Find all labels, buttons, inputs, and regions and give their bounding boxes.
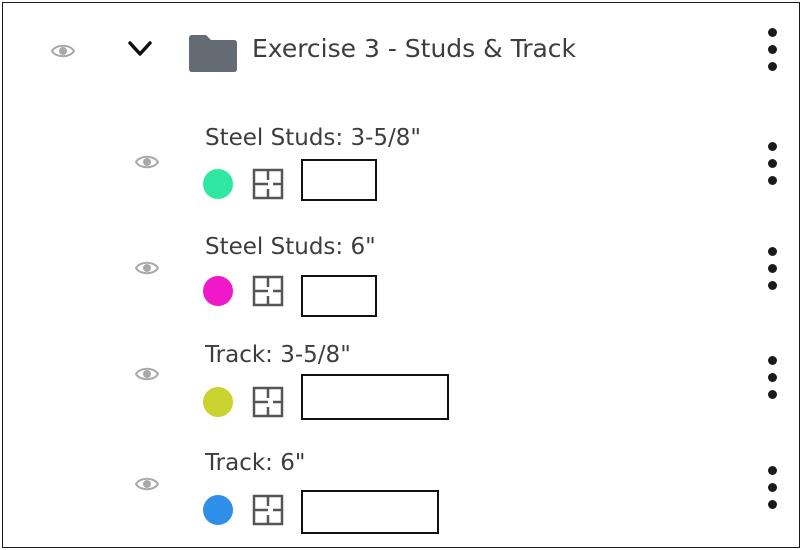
layer-name: Steel Studs: 6" [205, 234, 376, 260]
eye-icon[interactable] [135, 153, 159, 171]
layer-color-swatch[interactable] [203, 495, 233, 525]
redacted-box [301, 159, 377, 201]
eye-icon[interactable] [135, 259, 159, 277]
more-options-icon[interactable] [763, 247, 783, 293]
eye-icon[interactable] [51, 42, 75, 60]
folder-icon [189, 35, 237, 72]
more-options-icon[interactable] [763, 142, 783, 188]
chevron-down-icon[interactable] [126, 37, 154, 61]
layer-color-swatch[interactable] [203, 387, 233, 417]
layer-color-swatch[interactable] [203, 169, 233, 199]
eye-icon[interactable] [135, 475, 159, 493]
layer-name: Steel Studs: 3-5/8" [205, 125, 421, 151]
redacted-box [301, 275, 377, 317]
layers-panel: Exercise 3 - Studs & Track Steel Studs: … [2, 2, 800, 548]
layer-group-title: Exercise 3 - Studs & Track [252, 34, 577, 63]
eye-icon[interactable] [135, 365, 159, 383]
floor-plan-icon [252, 275, 284, 307]
more-options-icon[interactable] [763, 28, 783, 74]
more-options-icon[interactable] [763, 356, 783, 402]
redacted-box [301, 490, 439, 534]
layer-name: Track: 6" [205, 450, 306, 476]
redacted-box [301, 374, 449, 420]
floor-plan-icon [252, 494, 284, 526]
layer-color-swatch[interactable] [203, 276, 233, 306]
floor-plan-icon [252, 168, 284, 200]
layer-name: Track: 3-5/8" [205, 342, 351, 368]
more-options-icon[interactable] [763, 466, 783, 512]
floor-plan-icon [252, 386, 284, 418]
